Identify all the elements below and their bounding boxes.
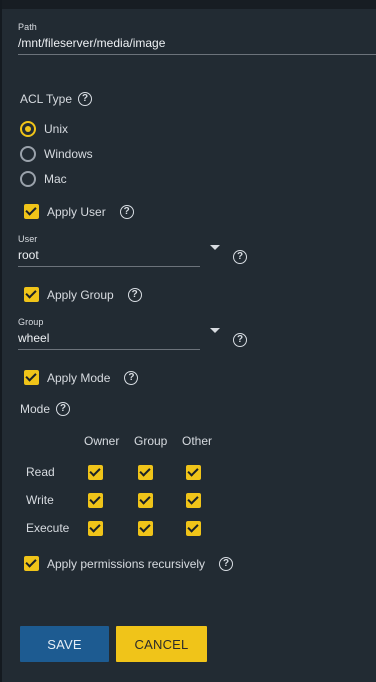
radio-button-icon[interactable] <box>20 146 36 162</box>
apply-group-label: Apply Group <box>47 287 114 302</box>
group-value: wheel <box>18 331 200 350</box>
acl-type-title: ACL Type <box>20 92 73 106</box>
row-label-read: Read <box>26 465 55 479</box>
apply-user-label: Apply User <box>47 204 106 219</box>
top-bar <box>2 0 376 9</box>
radio-windows[interactable]: Windows <box>20 146 93 162</box>
help-icon[interactable]: ? <box>219 556 234 571</box>
radio-label: Mac <box>44 172 67 186</box>
group-select[interactable]: Group wheel <box>18 317 200 350</box>
apply-group-checkbox[interactable]: Apply Group ? <box>24 287 142 302</box>
checkbox-read-group[interactable] <box>138 465 153 480</box>
apply-user-checkbox[interactable]: Apply User ? <box>24 204 134 219</box>
column-header-other: Other <box>182 434 213 448</box>
help-icon[interactable]: ? <box>233 250 247 264</box>
chevron-down-icon[interactable] <box>210 328 220 333</box>
column-header-group: Group <box>134 434 168 448</box>
cancel-button[interactable]: CANCEL <box>116 626 207 662</box>
apply-mode-label: Apply Mode <box>47 370 111 385</box>
checkbox-checked-icon[interactable] <box>24 370 39 385</box>
help-icon[interactable]: ? <box>127 287 142 302</box>
user-label: User <box>18 234 38 244</box>
chevron-down-icon[interactable] <box>210 245 220 250</box>
radio-mac[interactable]: Mac <box>20 171 67 187</box>
radio-unix[interactable]: Unix <box>20 121 68 137</box>
save-button[interactable]: SAVE <box>20 626 109 662</box>
checkbox-write-other[interactable] <box>186 493 201 508</box>
acl-type-heading: ACL Type ? <box>20 92 93 106</box>
group-label: Group <box>18 317 44 327</box>
path-label: Path <box>18 22 37 32</box>
permissions-form: Path /mnt/fileserver/media/image ACL Typ… <box>0 0 376 682</box>
help-icon[interactable]: ? <box>119 204 134 219</box>
apply-recursively-checkbox[interactable]: Apply permissions recursively ? <box>24 556 234 571</box>
mode-heading: Mode ? <box>20 402 71 416</box>
mode-title: Mode <box>20 402 51 416</box>
apply-mode-checkbox[interactable]: Apply Mode ? <box>24 370 139 385</box>
checkbox-checked-icon[interactable] <box>24 556 39 571</box>
radio-label: Windows <box>44 147 93 161</box>
help-icon[interactable]: ? <box>56 402 71 416</box>
row-label-write: Write <box>26 493 54 507</box>
checkbox-execute-group[interactable] <box>138 521 153 536</box>
checkbox-execute-owner[interactable] <box>88 521 103 536</box>
checkbox-write-group[interactable] <box>138 493 153 508</box>
checkbox-execute-other[interactable] <box>186 521 201 536</box>
path-value: /mnt/fileserver/media/image <box>18 36 376 55</box>
user-select[interactable]: User root <box>18 234 200 267</box>
user-value: root <box>18 248 200 267</box>
column-header-owner: Owner <box>84 434 120 448</box>
path-field: Path /mnt/fileserver/media/image <box>18 22 376 55</box>
radio-label: Unix <box>44 122 69 136</box>
help-icon[interactable]: ? <box>78 92 93 106</box>
radio-button-icon[interactable] <box>20 121 36 137</box>
help-icon[interactable]: ? <box>124 370 139 385</box>
checkbox-read-owner[interactable] <box>88 465 103 480</box>
help-icon[interactable]: ? <box>233 333 247 347</box>
checkbox-read-other[interactable] <box>186 465 201 480</box>
checkbox-checked-icon[interactable] <box>24 287 39 302</box>
apply-recursively-label: Apply permissions recursively <box>47 556 206 571</box>
checkbox-checked-icon[interactable] <box>24 204 39 219</box>
row-label-execute: Execute <box>26 521 70 535</box>
radio-button-icon[interactable] <box>20 171 36 187</box>
checkbox-write-owner[interactable] <box>88 493 103 508</box>
